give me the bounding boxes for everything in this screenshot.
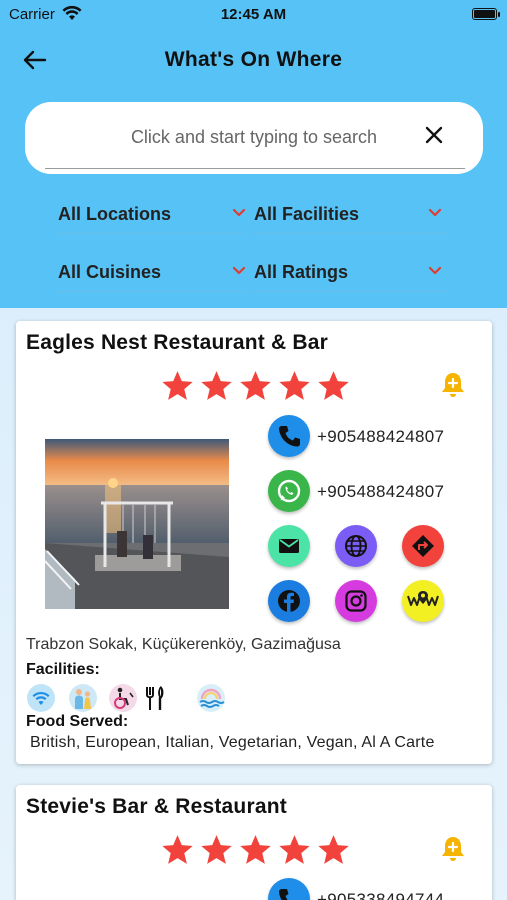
whatsapp-number[interactable]: +905488424807 [317, 482, 444, 502]
close-icon[interactable] [424, 125, 444, 145]
phone-button[interactable] [268, 415, 310, 457]
header-area: Carrier 12:45 AM What's On Where All Loc… [0, 0, 507, 308]
page-title: What's On Where [164, 48, 343, 71]
facilities-filter-label: All Facilities [254, 204, 360, 224]
whatsapp-button[interactable] [268, 470, 310, 512]
chevron-down-icon [428, 208, 442, 217]
search-bar [25, 102, 483, 174]
nav-bar: What's On Where [0, 40, 507, 80]
globe-icon [345, 535, 367, 557]
email-icon [279, 539, 299, 553]
food-served-list: British, European, Italian, Vegetarian, … [30, 734, 435, 751]
star-icon [240, 371, 271, 400]
facilities-label: Facilities: [26, 661, 100, 678]
facebook-icon [278, 590, 300, 612]
star-icon [318, 371, 349, 400]
location-filter-label: All Locations [58, 204, 172, 224]
facebook-button[interactable] [268, 580, 310, 622]
ratings-filter[interactable]: All Ratings [254, 252, 450, 292]
cuisines-filter-label: All Cuisines [58, 262, 162, 282]
email-button[interactable] [268, 525, 310, 567]
ratings-filter-label: All Ratings [254, 262, 349, 282]
star-icon [201, 371, 232, 400]
star-icon [162, 835, 193, 864]
phone-icon [279, 889, 289, 900]
clock: 12:45 AM [220, 6, 287, 23]
website-button[interactable] [335, 525, 377, 567]
phone-button[interactable] [268, 878, 310, 900]
listing-name: Stevie's Bar & Restaurant [26, 795, 287, 818]
listing-card[interactable]: Stevie's Bar & Restaurant +905338494744 [16, 785, 492, 900]
star-icon [279, 371, 310, 400]
battery-icon [472, 8, 500, 20]
status-bar: Carrier 12:45 AM [0, 0, 507, 30]
star-icon [162, 371, 193, 400]
bell-add-icon[interactable] [440, 371, 466, 399]
search-input[interactable] [45, 120, 463, 154]
star-rating [160, 833, 351, 867]
star-icon [201, 835, 232, 864]
address: Trabzon Sokak, Küçükerenköy, Gazimağusa [26, 636, 341, 653]
whats-on-where-button[interactable] [402, 580, 444, 622]
chevron-down-icon [232, 266, 246, 275]
accessibility-icon [109, 684, 137, 712]
star-icon [240, 835, 271, 864]
star-icon [279, 835, 310, 864]
location-filter[interactable]: All Locations [58, 194, 246, 234]
whatsapp-row[interactable]: +905488424807 [268, 470, 468, 514]
cuisines-filter[interactable]: All Cuisines [58, 252, 246, 292]
chevron-down-icon [428, 266, 442, 275]
dining-icon [146, 686, 164, 710]
whatsapp-icon [277, 479, 301, 503]
venue-photo [45, 439, 229, 609]
star-rating [160, 369, 351, 403]
food-served-label: Food Served: [26, 713, 129, 730]
instagram-button[interactable] [335, 580, 377, 622]
phone-row[interactable]: +905488424807 [268, 415, 468, 459]
directions-button[interactable] [402, 525, 444, 567]
facilities-filter[interactable]: All Facilities [254, 194, 450, 234]
phone-number[interactable]: +905338494744 [317, 890, 444, 900]
directions-icon [412, 535, 434, 557]
chevron-down-icon [232, 208, 246, 217]
phone-icon [279, 426, 300, 447]
search-underline [45, 168, 465, 169]
star-icon [318, 835, 349, 864]
listing-card[interactable]: Eagles Nest Restaurant & Bar +9054884248… [16, 321, 492, 764]
sea-view-icon [197, 684, 225, 712]
listing-name: Eagles Nest Restaurant & Bar [26, 331, 329, 354]
family-icon [69, 684, 97, 712]
phone-number[interactable]: +905488424807 [317, 427, 444, 447]
phone-row[interactable]: +905338494744 [268, 878, 468, 900]
wifi-icon [27, 684, 55, 712]
bell-add-icon[interactable] [440, 835, 466, 863]
www-logo-icon [407, 591, 439, 606]
instagram-icon [345, 590, 367, 612]
